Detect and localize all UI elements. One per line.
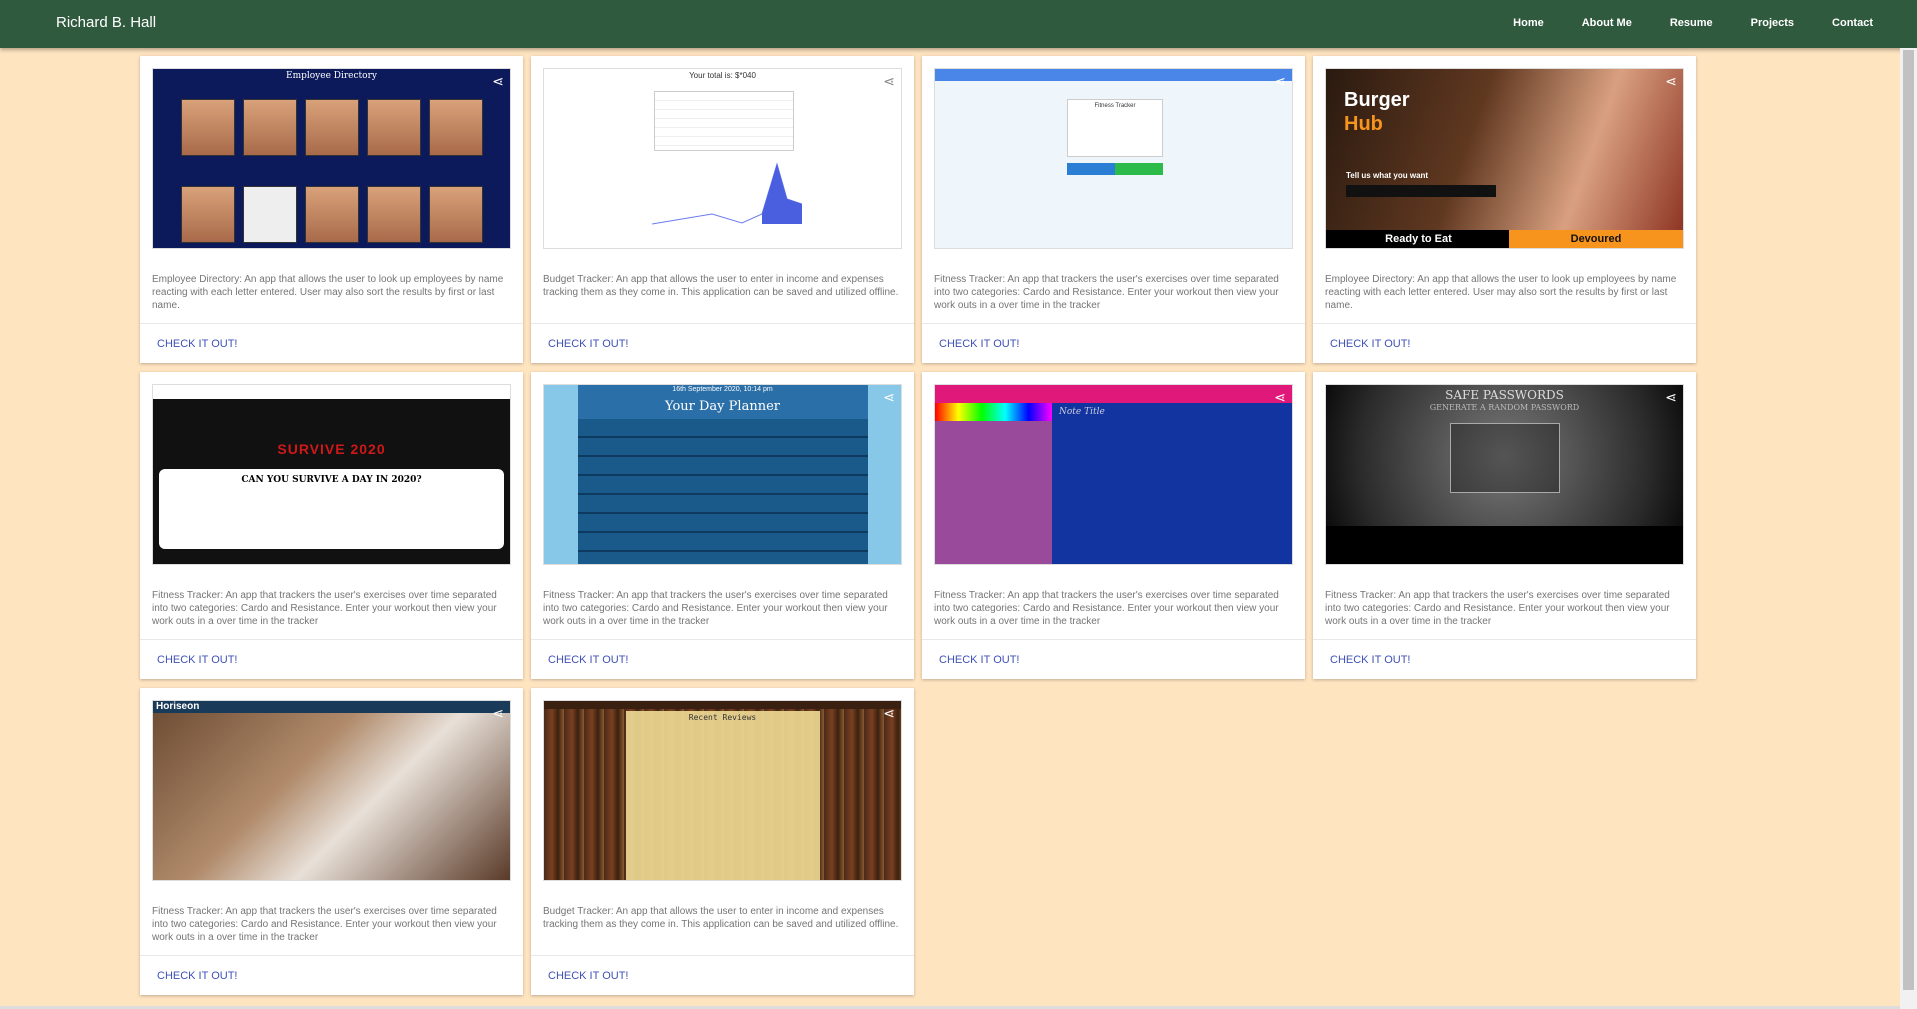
- card-description: Fitness Tracker: An app that trackers th…: [543, 590, 888, 627]
- thumb-btn-ready: Ready to Eat: [1326, 230, 1511, 248]
- thumb-header: Employee Directory: [286, 71, 377, 81]
- project-thumbnail[interactable]: Employee Directory ⋖: [152, 68, 511, 249]
- share-icon[interactable]: ⋖: [490, 705, 506, 721]
- card-description: Budget Tracker: An app that allows the u…: [543, 906, 899, 930]
- vertical-scrollbar[interactable]: [1900, 48, 1917, 1009]
- project-card: 16th September 2020, 10:14 pm Your Day P…: [531, 372, 914, 679]
- project-thumbnail[interactable]: Burger Hub Tell us what you want Ready t…: [1325, 68, 1684, 249]
- thumb-title: Recent Reviews: [688, 713, 757, 722]
- check-it-out-button[interactable]: CHECK IT OUT!: [1330, 338, 1410, 350]
- project-card: SURVIVE 2020 CAN YOU SURVIVE A DAY IN 20…: [140, 372, 523, 679]
- check-it-out-button[interactable]: CHECK IT OUT!: [157, 654, 237, 666]
- thumb-tagline: Tell us what you want: [1346, 171, 1429, 180]
- project-thumbnail[interactable]: Note Title ⋖: [934, 384, 1293, 565]
- project-card: Your total is: $*040 ⋖ Budget Tracker: A…: [531, 56, 914, 363]
- card-actions: CHECK IT OUT!: [140, 323, 523, 363]
- thumb-subtitle: GENERATE A RANDOM PASSWORD: [1429, 403, 1580, 412]
- check-it-out-button[interactable]: CHECK IT OUT!: [939, 338, 1019, 350]
- card-description: Fitness Tracker: An app that trackers th…: [152, 906, 497, 943]
- thumb-title-accent: Hub: [1344, 113, 1383, 135]
- thumb-title: SURVIVE 2020: [277, 441, 386, 457]
- card-description: Employee Directory: An app that allows t…: [152, 274, 504, 311]
- check-it-out-button[interactable]: CHECK IT OUT!: [157, 338, 237, 350]
- project-grid: Employee Directory ⋖ Employee Directory:…: [140, 56, 1696, 995]
- thumb-header: Fitness Tracker: [1094, 103, 1136, 109]
- project-thumbnail[interactable]: Fitness Tracker ⋖: [934, 68, 1293, 249]
- check-it-out-button[interactable]: CHECK IT OUT!: [548, 970, 628, 982]
- card-actions: CHECK IT OUT!: [531, 639, 914, 679]
- project-thumbnail[interactable]: Your total is: $*040 ⋖: [543, 68, 902, 249]
- check-it-out-button[interactable]: CHECK IT OUT!: [1330, 654, 1410, 666]
- project-thumbnail[interactable]: SAFE PASSWORDS GENERATE A RANDOM PASSWOR…: [1325, 384, 1684, 565]
- nav-about-me[interactable]: About Me: [1582, 17, 1632, 29]
- card-description: Budget Tracker: An app that allows the u…: [543, 274, 899, 298]
- share-icon[interactable]: ⋖: [1272, 389, 1288, 405]
- nav-contact[interactable]: Contact: [1832, 17, 1873, 29]
- brand-link[interactable]: Richard B. Hall: [56, 14, 156, 31]
- scrollbar-thumb[interactable]: [1903, 50, 1914, 990]
- thumb-date: 16th September 2020, 10:14 pm: [672, 386, 773, 393]
- nav-projects[interactable]: Projects: [1751, 17, 1794, 29]
- nav-links: Home About Me Resume Projects Contact: [1475, 17, 1873, 29]
- card-actions: CHECK IT OUT!: [531, 323, 914, 363]
- card-actions: CHECK IT OUT!: [922, 323, 1305, 363]
- project-thumbnail[interactable]: Horiseon ⋖: [152, 700, 511, 881]
- project-card: Recent Reviews ⋖ Budget Tracker: An app …: [531, 688, 914, 995]
- check-it-out-button[interactable]: CHECK IT OUT!: [548, 654, 628, 666]
- card-description: Fitness Tracker: An app that trackers th…: [1325, 590, 1670, 627]
- share-icon[interactable]: ⋖: [490, 73, 506, 89]
- card-actions: CHECK IT OUT!: [1313, 323, 1696, 363]
- card-actions: CHECK IT OUT!: [1313, 639, 1696, 679]
- nav-resume[interactable]: Resume: [1670, 17, 1713, 29]
- project-thumbnail[interactable]: Recent Reviews ⋖: [543, 700, 902, 881]
- thumb-title: SAFE PASSWORDS: [1445, 388, 1564, 402]
- card-description: Fitness Tracker: An app that trackers th…: [934, 274, 1279, 311]
- thumb-btn-devoured: Devoured: [1509, 230, 1683, 248]
- thumb-question: CAN YOU SURVIVE A DAY IN 2020?: [241, 475, 422, 485]
- thumb-title: Horiseon: [156, 701, 200, 712]
- thumb-title: Note Title: [1059, 407, 1105, 417]
- top-navbar: Richard B. Hall Home About Me Resume Pro…: [0, 0, 1917, 48]
- card-actions: CHECK IT OUT!: [140, 639, 523, 679]
- share-icon[interactable]: ⋖: [881, 389, 897, 405]
- check-it-out-button[interactable]: CHECK IT OUT!: [548, 338, 628, 350]
- card-actions: CHECK IT OUT!: [140, 955, 523, 995]
- project-thumbnail[interactable]: 16th September 2020, 10:14 pm Your Day P…: [543, 384, 902, 565]
- budget-chart: [652, 162, 802, 225]
- share-icon[interactable]: ⋖: [881, 73, 897, 89]
- project-card: Fitness Tracker ⋖ Fitness Tracker: An ap…: [922, 56, 1305, 363]
- project-card: Burger Hub Tell us what you want Ready t…: [1313, 56, 1696, 363]
- thumb-title: Your Day Planner: [665, 399, 780, 414]
- card-actions: CHECK IT OUT!: [531, 955, 914, 995]
- nav-home[interactable]: Home: [1513, 17, 1544, 29]
- check-it-out-button[interactable]: CHECK IT OUT!: [157, 970, 237, 982]
- share-icon[interactable]: ⋖: [881, 705, 897, 721]
- thumb-header: Your total is: $*040: [689, 71, 756, 80]
- project-card: Employee Directory ⋖ Employee Directory:…: [140, 56, 523, 363]
- card-description: Fitness Tracker: An app that trackers th…: [934, 590, 1279, 627]
- card-actions: CHECK IT OUT!: [922, 639, 1305, 679]
- share-icon[interactable]: ⋖: [1663, 73, 1679, 89]
- card-description: Employee Directory: An app that allows t…: [1325, 274, 1677, 311]
- share-icon[interactable]: ⋖: [1272, 73, 1288, 89]
- thumb-title: Burger: [1344, 89, 1410, 111]
- card-description: Fitness Tracker: An app that trackers th…: [152, 590, 497, 627]
- project-card: Horiseon ⋖ Fitness Tracker: An app that …: [140, 688, 523, 995]
- project-thumbnail[interactable]: SURVIVE 2020 CAN YOU SURVIVE A DAY IN 20…: [152, 384, 511, 565]
- project-card: SAFE PASSWORDS GENERATE A RANDOM PASSWOR…: [1313, 372, 1696, 679]
- project-card: Note Title ⋖ Fitness Tracker: An app tha…: [922, 372, 1305, 679]
- share-icon[interactable]: ⋖: [1663, 389, 1679, 405]
- check-it-out-button[interactable]: CHECK IT OUT!: [939, 654, 1019, 666]
